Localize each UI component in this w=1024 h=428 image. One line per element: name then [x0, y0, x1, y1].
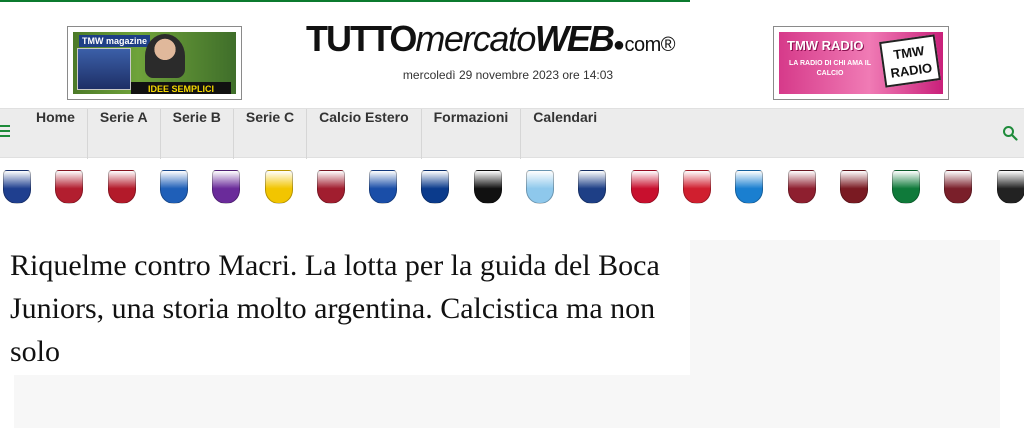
team-crest-napoli[interactable] [734, 168, 764, 206]
team-crest-lecce-icon [578, 170, 607, 204]
logo-part-mercato: mercato [415, 18, 536, 59]
team-crest-atalanta-icon [3, 170, 31, 204]
site-logo[interactable]: TUTTOmercatoWEB●com® [306, 18, 718, 62]
logo-part-com: ●com® [612, 34, 676, 56]
team-crest-juventus-icon [473, 170, 502, 204]
logo-part-tutto: TUTTO [306, 18, 417, 59]
team-crest-cagliari-icon [107, 170, 136, 204]
article-title[interactable]: Riquelme contro Macri. La lotta per la g… [10, 244, 700, 373]
team-crest-bologna[interactable] [54, 168, 84, 206]
team-crest-roma[interactable] [787, 168, 817, 206]
team-crest-sassuolo-icon [892, 170, 921, 204]
team-crests-bar [0, 160, 1024, 214]
team-crest-inter[interactable] [420, 168, 450, 206]
team-crest-inter-icon [421, 170, 450, 204]
search-icon[interactable] [1002, 125, 1018, 141]
team-crest-monza[interactable] [682, 168, 712, 206]
team-crest-torino[interactable] [943, 168, 973, 206]
team-crest-bologna-icon [55, 170, 84, 204]
nav-item-serie-c[interactable]: Serie C [234, 109, 308, 159]
team-crest-empoli-icon [159, 170, 188, 204]
team-crest-udinese-icon [996, 170, 1024, 204]
team-crest-napoli-icon [735, 170, 764, 204]
nav-item-serie-a[interactable]: Serie A [88, 109, 161, 159]
ad-right-title: TMW RADIO [787, 38, 864, 53]
team-crest-cagliari[interactable] [107, 168, 137, 206]
team-crest-frosinone-icon [264, 170, 293, 204]
tmw-radio-banner[interactable]: TMW RADIO LA RADIO DI CHI AMA IL CALCIO … [773, 26, 949, 100]
nav-item-serie-b[interactable]: Serie B [161, 109, 234, 159]
team-crest-roma-icon [787, 170, 816, 204]
team-crest-monza-icon [682, 170, 711, 204]
nav-item-formazioni[interactable]: Formazioni [422, 109, 522, 159]
team-crest-frosinone[interactable] [264, 168, 294, 206]
nav-item-home[interactable]: Home [24, 109, 88, 159]
team-crest-verona-icon [369, 170, 398, 204]
team-crest-sassuolo[interactable] [891, 168, 921, 206]
logo-part-web: WEB [534, 18, 615, 59]
nav-items: Home Serie A Serie B Serie C Calcio Este… [24, 109, 609, 159]
bottom-ad-placeholder [14, 375, 1000, 428]
team-crest-torino-icon [944, 170, 973, 204]
team-crest-salernitana[interactable] [839, 168, 869, 206]
team-crest-genoa[interactable] [316, 168, 346, 206]
team-crest-lecce[interactable] [577, 168, 607, 206]
tmw-radio-image: TMW RADIO LA RADIO DI CHI AMA IL CALCIO … [779, 32, 943, 94]
nav-item-calcio-estero[interactable]: Calcio Estero [307, 109, 422, 159]
team-crest-fiorentina-icon [212, 170, 241, 204]
team-crest-salernitana-icon [839, 170, 868, 204]
team-crest-juventus[interactable] [473, 168, 503, 206]
ad-person [145, 34, 185, 78]
team-crest-genoa-icon [316, 170, 345, 204]
ad-right-subtitle: LA RADIO DI CHI AMA IL CALCIO [788, 60, 872, 77]
team-crest-milan-icon [630, 170, 659, 204]
tmw-magazine-image: TMW magazine IDEE SEMPLICI [73, 32, 236, 94]
team-crest-milan[interactable] [630, 168, 660, 206]
main-nav: Home Serie A Serie B Serie C Calcio Este… [0, 108, 1024, 159]
nav-item-calendari[interactable]: Calendari [521, 109, 609, 159]
ad-left-brand: TMW magazine [79, 35, 151, 47]
tmw-magazine-banner[interactable]: TMW magazine IDEE SEMPLICI [67, 26, 242, 100]
team-crest-lazio-icon [526, 170, 554, 204]
team-crest-udinese[interactable] [996, 168, 1024, 206]
site-header: TMW magazine IDEE SEMPLICI TUTTOmercatoW… [0, 2, 1024, 108]
team-crest-empoli[interactable] [159, 168, 189, 206]
team-crest-verona[interactable] [368, 168, 398, 206]
team-crest-lazio[interactable] [525, 168, 555, 206]
hamburger-menu-icon[interactable] [0, 125, 12, 141]
team-crest-atalanta[interactable] [2, 168, 32, 206]
team-crest-fiorentina[interactable] [211, 168, 241, 206]
ad-left-headline: IDEE SEMPLICI [131, 82, 231, 94]
side-ad-placeholder [690, 240, 1000, 375]
magazine-cover [77, 48, 131, 90]
ad-right-badge: TMW RADIO [879, 34, 941, 88]
header-date: mercoledì 29 novembre 2023 ore 14:03 [402, 68, 614, 82]
